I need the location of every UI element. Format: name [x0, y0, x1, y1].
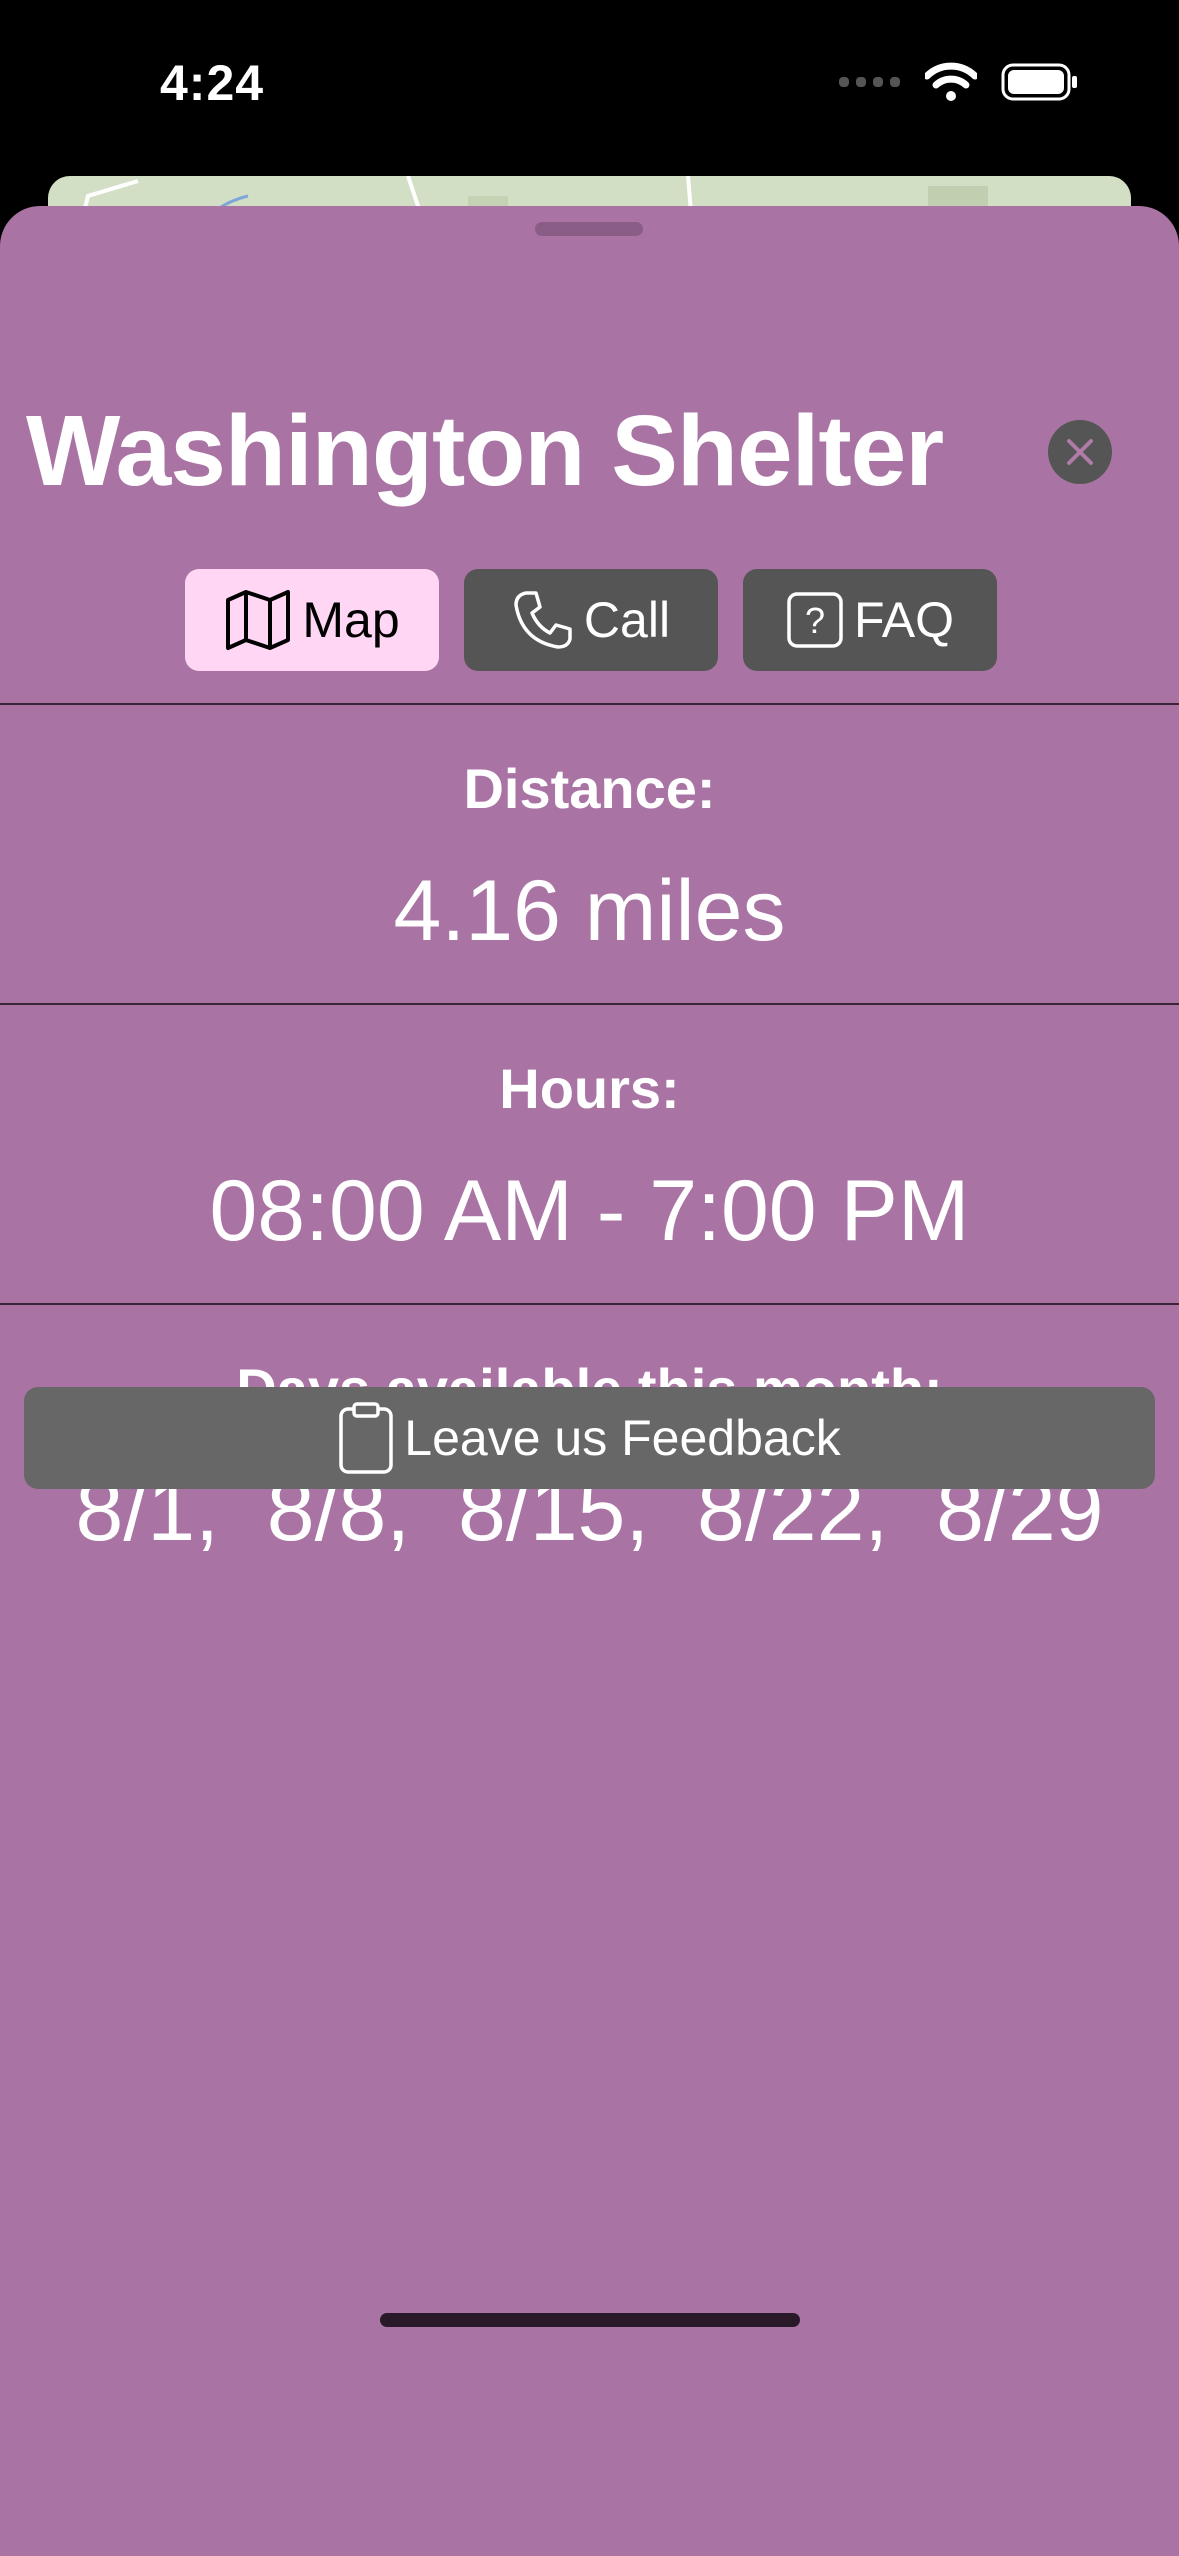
cellular-signal-icon: [839, 77, 900, 87]
shelter-title: Washington Shelter: [26, 395, 944, 507]
divider: [0, 1003, 1179, 1005]
distance-value: 4.16 miles: [393, 863, 786, 959]
map-button-label: Map: [302, 592, 400, 648]
close-icon: [1067, 439, 1093, 465]
action-buttons: Map Call ? FAQ: [185, 569, 997, 671]
status-icons: [839, 62, 1079, 102]
hours-label: Hours:: [499, 1057, 680, 1120]
clipboard-icon: [339, 1402, 394, 1474]
feedback-button-label: Leave us Feedback: [404, 1410, 841, 1466]
sheet-grabber[interactable]: [535, 222, 643, 236]
divider: [0, 703, 1179, 705]
call-button[interactable]: Call: [464, 569, 718, 671]
wifi-icon: [925, 62, 977, 101]
svg-text:?: ?: [805, 600, 825, 641]
battery-icon: [1001, 63, 1077, 101]
faq-button[interactable]: ? FAQ: [743, 569, 997, 671]
call-button-label: Call: [583, 592, 671, 648]
question-icon: ?: [787, 592, 843, 648]
feedback-button[interactable]: Leave us Feedback: [24, 1387, 1155, 1489]
status-bar: 4:24: [0, 0, 1179, 170]
close-button[interactable]: [1048, 420, 1112, 484]
distance-label: Distance:: [463, 757, 716, 820]
map-icon: [226, 590, 291, 650]
hours-value: 08:00 AM - 7:00 PM: [209, 1163, 970, 1259]
status-time: 4:24: [160, 55, 265, 111]
divider: [0, 1303, 1179, 1305]
shelter-detail-sheet: Washington Shelter Map Call ? FAQ Distan…: [0, 206, 1179, 2556]
faq-button-label: FAQ: [853, 592, 955, 648]
map-button[interactable]: Map: [185, 569, 439, 671]
home-indicator: [380, 2313, 800, 2327]
phone-icon: [514, 591, 572, 649]
